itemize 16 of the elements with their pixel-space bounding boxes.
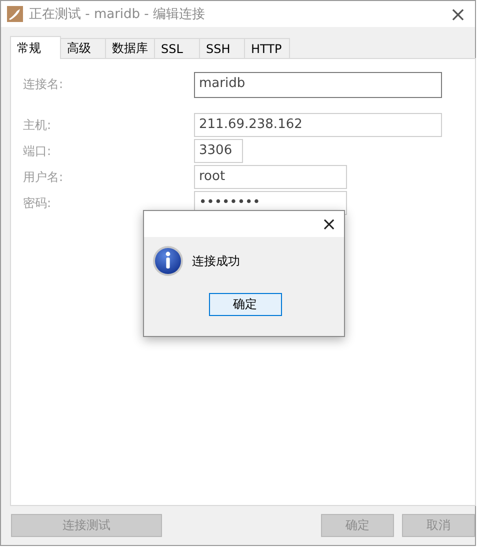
- ok-button[interactable]: 确定: [208, 293, 282, 316]
- tab[interactable]: HTTP: [244, 38, 290, 58]
- input-field[interactable]: 3306: [194, 139, 243, 163]
- close-button[interactable]: ×: [441, 1, 475, 27]
- info-icon: [152, 245, 184, 277]
- field-label: 端口:: [23, 142, 52, 160]
- tab[interactable]: 常规: [10, 36, 61, 59]
- message-text: 连接成功: [192, 252, 240, 270]
- window-title: 正在测试 - maridb - 编辑连接: [29, 6, 206, 23]
- input-field[interactable]: root: [194, 165, 347, 189]
- field-label: 连接名:: [23, 76, 64, 93]
- field-label: 用户名:: [23, 168, 64, 186]
- input-field[interactable]: maridb: [194, 72, 442, 98]
- field-label: 密码:: [23, 194, 52, 212]
- input-field[interactable]: 211.69.238.162: [194, 113, 442, 137]
- field-label: 主机:: [23, 116, 52, 134]
